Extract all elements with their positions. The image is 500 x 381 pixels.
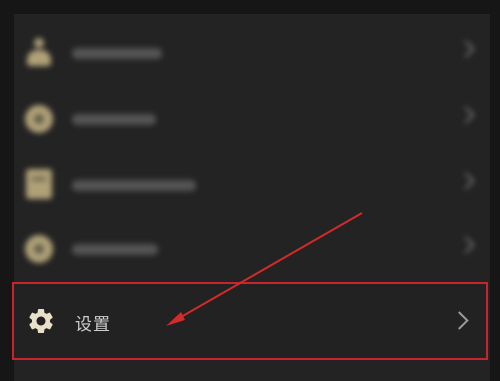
chevron-right-icon	[457, 106, 475, 124]
gear-icon	[29, 309, 53, 333]
settings-menu-item[interactable]: 设置	[12, 282, 488, 360]
chevron-right-icon	[457, 236, 475, 254]
document-icon	[26, 169, 52, 199]
menu-item-4[interactable]	[14, 216, 490, 282]
menu-item-1[interactable]	[14, 20, 490, 86]
menu-item-label-blurred	[72, 48, 162, 59]
person-icon	[25, 38, 53, 68]
menu-item-label-blurred	[72, 114, 156, 125]
chevron-right-icon	[457, 40, 475, 58]
menu-item-label-blurred	[72, 244, 158, 255]
settings-label: 设置	[75, 315, 111, 335]
chevron-right-icon	[450, 311, 469, 330]
menu-item-2[interactable]	[14, 86, 490, 152]
chevron-right-icon	[457, 172, 475, 190]
menu-item-label-blurred	[72, 180, 196, 191]
menu-item-3[interactable]	[14, 152, 490, 218]
circle-icon	[25, 105, 53, 133]
circle-icon	[25, 235, 53, 263]
